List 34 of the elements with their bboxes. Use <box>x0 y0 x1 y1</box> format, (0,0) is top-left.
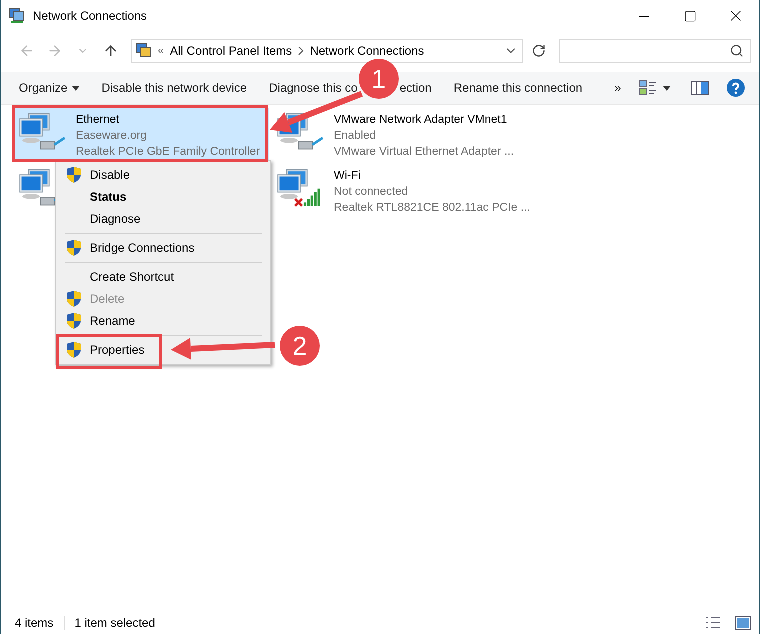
adapter-name: Ethernet <box>76 113 120 128</box>
menu-item[interactable]: Disable <box>56 164 270 186</box>
adapter-item[interactable]: VMware Network Adapter VMnet1 Enabled VMware Virtual Ethernet Adapter ... <box>273 108 563 160</box>
breadcrumb-item[interactable]: Network Connections <box>310 44 424 58</box>
adapter-item[interactable]: Ethernet Easeware.org Realtek PCIe GbE Family Controller <box>15 108 269 160</box>
menu-item[interactable]: Status <box>56 186 270 208</box>
toolbar-button[interactable]: Organize <box>19 81 80 95</box>
step-number: 2 <box>280 326 320 366</box>
menu-item[interactable]: Properties <box>56 339 270 361</box>
more-commands-button[interactable]: » <box>604 81 632 95</box>
menu-item[interactable]: Diagnose <box>56 208 270 230</box>
adapter-status: Not connected <box>334 185 410 200</box>
menu-item[interactable]: Rename <box>56 310 270 332</box>
adapter-status: Enabled <box>334 129 378 144</box>
adapter-item[interactable]: Wi-Fi Not connected Realtek RTL8821CE 802.11ac PCIe ... <box>273 164 563 216</box>
toolbar-button[interactable]: Rename this connection <box>454 81 583 95</box>
toolbar-button-text[interactable]: ection <box>400 81 432 95</box>
status-text: 1 item selected <box>74 616 156 630</box>
menu-item[interactable]: Create Shortcut <box>56 266 270 288</box>
window-title: Network Connections <box>33 9 148 23</box>
adapter-device: Realtek PCIe GbE Family Controller <box>76 145 260 160</box>
adapter-status: Easeware.org <box>76 129 148 144</box>
status-text: 4 items <box>15 616 65 630</box>
adapter-device: Realtek RTL8821CE 802.11ac PCIe ... <box>334 201 530 216</box>
toolbar-button[interactable]: Diagnose this co <box>269 81 358 95</box>
address-bar[interactable]: « All Control Panel Items Network Connections <box>131 39 523 63</box>
step-number: 1 <box>358 59 399 99</box>
overflow-chevron[interactable]: « <box>158 45 164 57</box>
menu-item[interactable]: Bridge Connections <box>56 237 270 259</box>
adapter-device: VMware Virtual Ethernet Adapter ... <box>334 145 514 160</box>
toolbar-button[interactable]: Disable this network device <box>102 81 248 95</box>
adapter-name: Wi-Fi <box>334 169 362 184</box>
adapter-name: VMware Network Adapter VMnet1 <box>334 113 508 128</box>
breadcrumb-item[interactable]: All Control Panel Items <box>170 44 292 58</box>
